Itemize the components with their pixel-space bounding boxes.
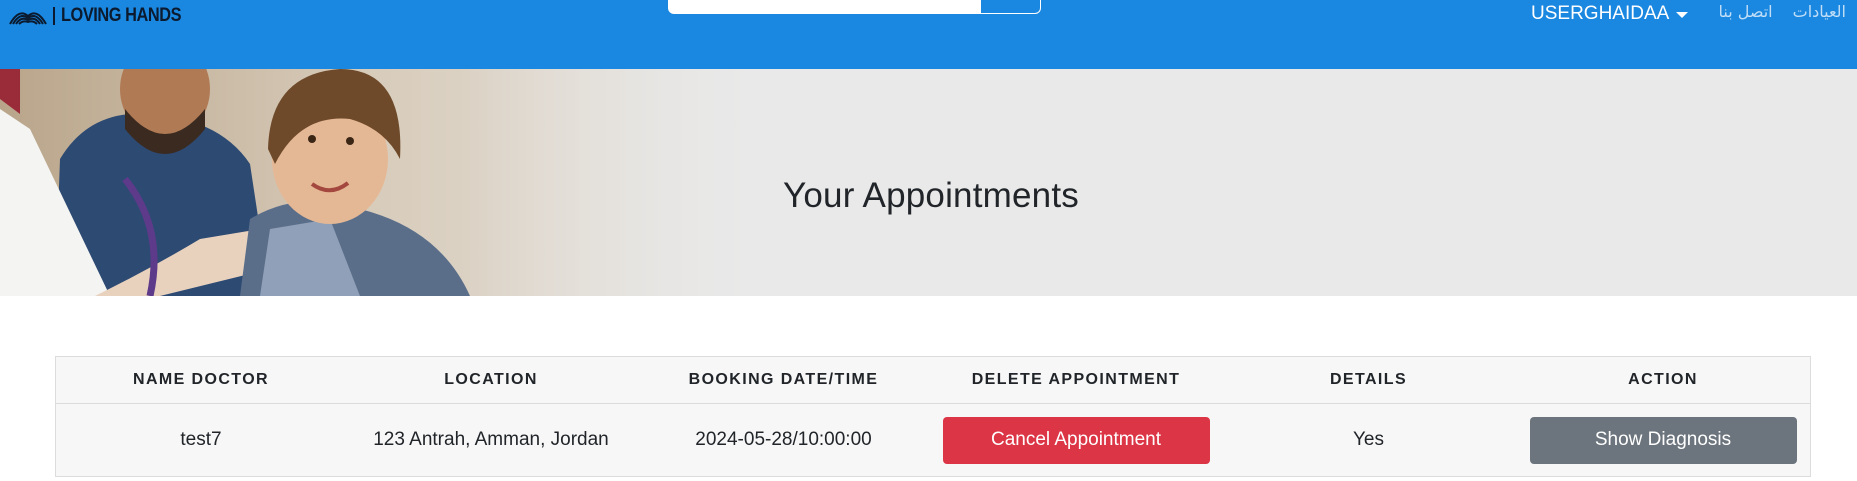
show-diagnosis-button[interactable]: Show Diagnosis — [1529, 416, 1797, 464]
nav-link-contact[interactable]: اتصل بنا — [1718, 2, 1772, 24]
page-title: Your Appointments — [783, 176, 1079, 216]
caret-down-icon — [1676, 12, 1689, 18]
cell-delete: Cancel Appointment — [931, 404, 1221, 477]
column-header-name-doctor: NAME DOCTOR — [56, 357, 346, 404]
column-header-action: ACTION — [1516, 357, 1810, 404]
logo-separator — [53, 7, 55, 25]
search-button[interactable] — [980, 0, 1041, 14]
table-header-row: NAME DOCTOR LOCATION BOOKING DATE/TIME D… — [56, 357, 1810, 404]
user-menu-dropdown[interactable]: USERGHAIDAA — [1531, 2, 1689, 26]
cell-booking-datetime: 2024-05-28/10:00:00 — [695, 429, 872, 450]
nav-link-clinics[interactable]: العيادات — [1793, 2, 1846, 24]
search-input[interactable] — [668, 0, 980, 14]
cell-doctor-name: test7 — [180, 429, 222, 450]
cell-location: 123 Antrah, Amman, Jordan — [373, 429, 609, 450]
cell-action: Show Diagnosis — [1516, 404, 1810, 477]
cell-details: Yes — [1353, 429, 1384, 450]
column-header-location: LOCATION — [346, 357, 636, 404]
column-header-delete-appointment: DELETE APPOINTMENT — [931, 357, 1221, 404]
brand-logo[interactable]: LOVING HANDS — [9, 3, 201, 29]
cancel-appointment-button[interactable]: Cancel Appointment — [942, 416, 1210, 464]
column-header-details: DETAILS — [1221, 357, 1516, 404]
top-navbar: LOVING HANDS USERGHAIDAA العيادات اتصل ب… — [0, 0, 1857, 69]
appointments-table: NAME DOCTOR LOCATION BOOKING DATE/TIME D… — [55, 356, 1811, 477]
user-name: USERGHAIDAA — [1531, 3, 1670, 24]
logo-mark-icon — [9, 12, 47, 25]
table-row: test7 123 Antrah, Amman, Jordan 2024-05-… — [56, 404, 1810, 477]
nav-links: العيادات اتصل بنا — [1718, 2, 1846, 24]
hero-banner: Your Appointments — [0, 69, 1857, 296]
column-header-booking-datetime: BOOKING DATE/TIME — [636, 357, 931, 404]
brand-name: LOVING HANDS — [61, 5, 182, 26]
